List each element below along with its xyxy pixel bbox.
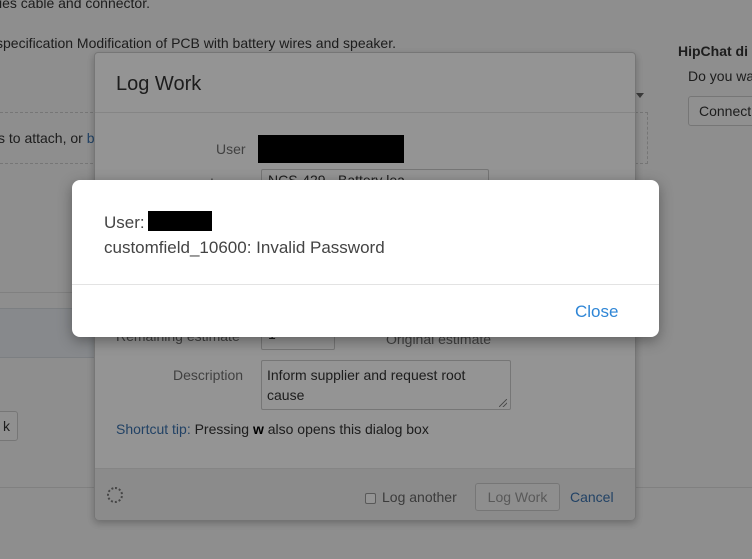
- alert-user-line: User:: [104, 210, 385, 235]
- close-button[interactable]: Close: [575, 302, 618, 322]
- redacted-username: [147, 211, 212, 231]
- divider: [72, 284, 659, 285]
- alert-message: User: customfield_10600: Invalid Passwor…: [104, 210, 385, 260]
- error-alert: User: customfield_10600: Invalid Passwor…: [72, 180, 659, 337]
- alert-error-text: customfield_10600: Invalid Password: [104, 238, 385, 257]
